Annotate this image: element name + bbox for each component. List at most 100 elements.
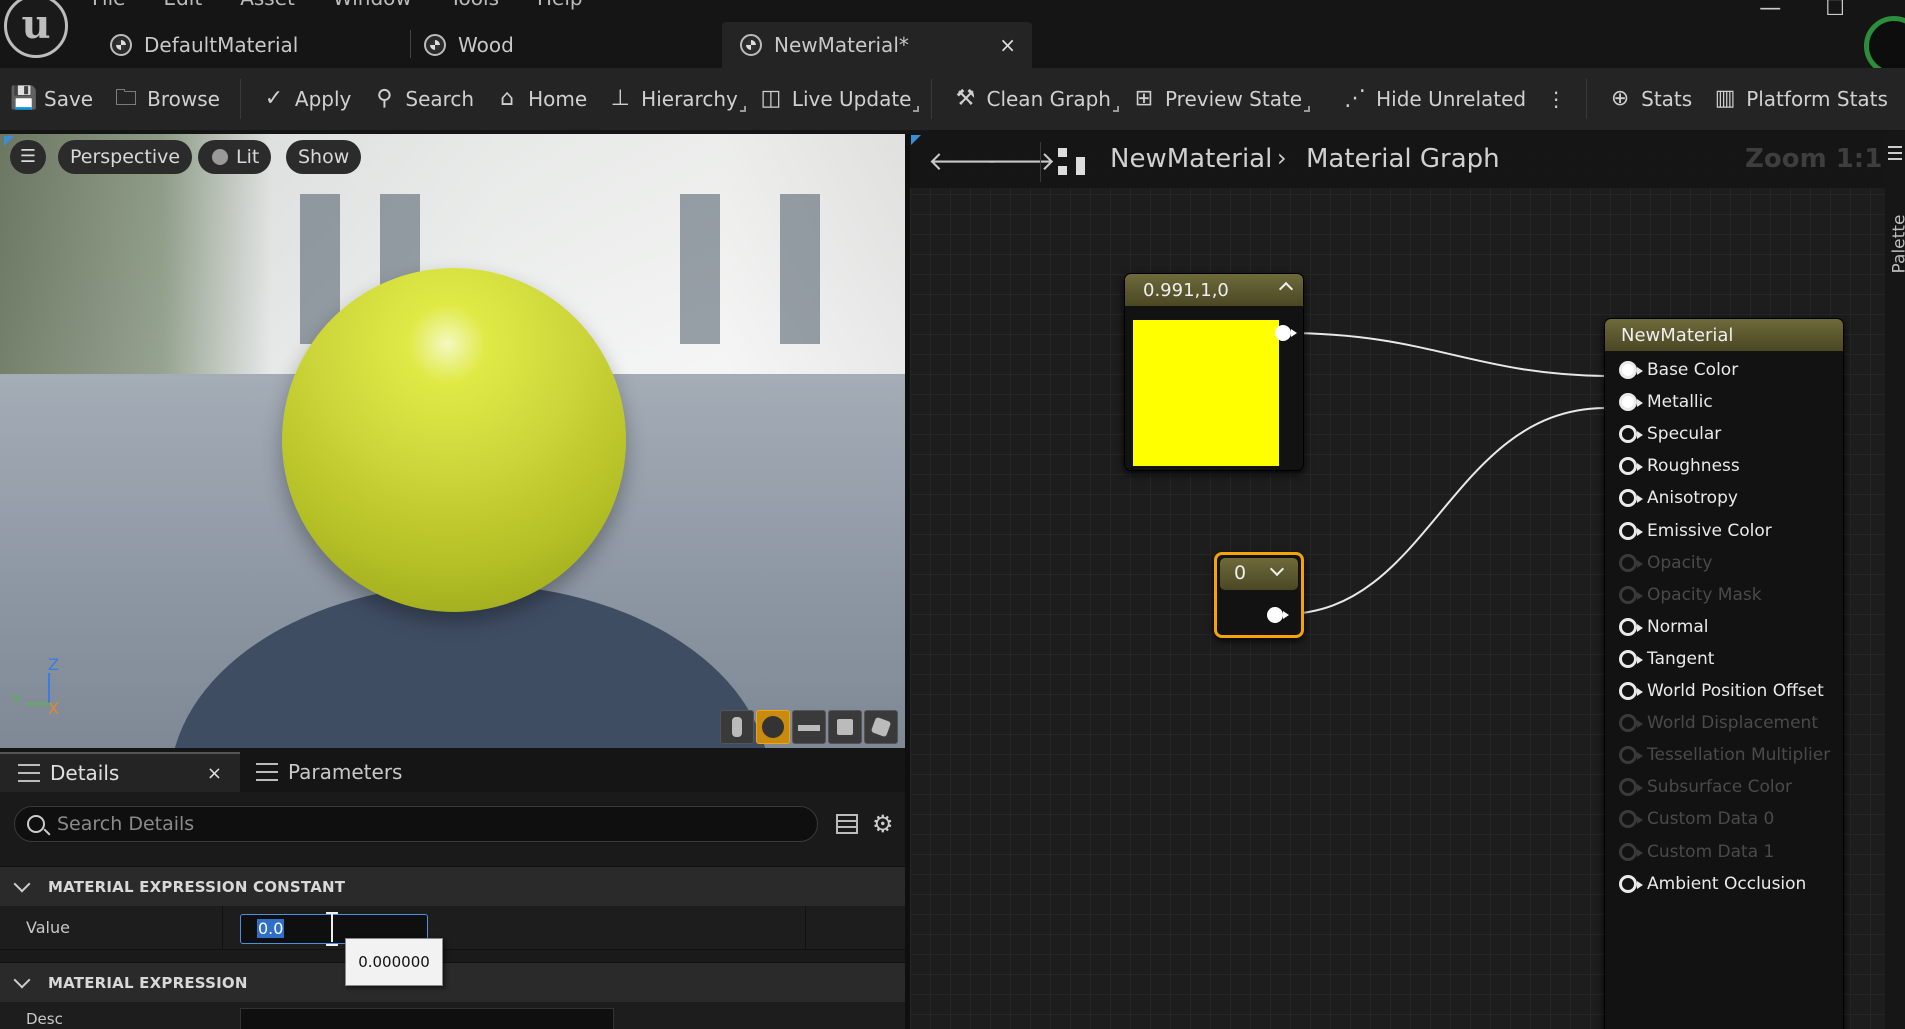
plane-icon[interactable]: [792, 710, 826, 744]
clean-graph-label: Clean Graph: [986, 87, 1111, 111]
input-pin-icon[interactable]: [1619, 585, 1643, 604]
input-pin-row[interactable]: Opacity Mask: [1619, 580, 1762, 610]
input-pin-icon[interactable]: [1619, 393, 1643, 412]
browse-button[interactable]: 🗀 Browse: [103, 68, 230, 130]
forward-arrow-icon[interactable]: 🡒: [986, 146, 1056, 177]
input-pin-icon[interactable]: [1619, 714, 1643, 733]
input-pin-icon[interactable]: [1619, 778, 1643, 797]
show-button[interactable]: Show: [286, 140, 362, 174]
input-pin-row[interactable]: Opacity: [1619, 548, 1712, 578]
input-pin-row[interactable]: Base Color: [1619, 355, 1738, 385]
search-details-input[interactable]: [57, 813, 757, 835]
input-pin-row[interactable]: Emissive Color: [1619, 516, 1772, 546]
menu-edit[interactable]: Edit: [163, 0, 202, 10]
input-pin-row[interactable]: Tangent: [1619, 644, 1714, 674]
custom-mesh-icon[interactable]: [864, 710, 898, 744]
input-pin-row[interactable]: Ambient Occlusion: [1619, 869, 1806, 899]
category-material-expression[interactable]: MATERIAL EXPRESSION: [0, 962, 905, 1002]
input-pin-row[interactable]: World Displacement: [1619, 708, 1818, 738]
property-label: Desc: [26, 1010, 63, 1028]
breadcrumb-leaf[interactable]: Material Graph: [1306, 144, 1500, 174]
input-pin-row[interactable]: Custom Data 1: [1619, 837, 1774, 867]
palette-tab[interactable]: Palette: [1889, 215, 1905, 274]
breadcrumb-root[interactable]: NewMaterial: [1110, 144, 1272, 174]
palette-menu-icon[interactable]: [1888, 146, 1902, 164]
input-pin-icon[interactable]: [1619, 521, 1643, 540]
close-tab-icon[interactable]: ×: [207, 763, 222, 784]
unreal-logo-icon[interactable]: u: [4, 0, 68, 58]
gear-icon[interactable]: ⚙: [872, 810, 894, 838]
menu-help[interactable]: Help: [537, 0, 583, 10]
input-pin-icon[interactable]: [1619, 810, 1643, 829]
viewport-menu-button[interactable]: ☰: [10, 140, 46, 174]
property-row-desc: Desc: [0, 1002, 905, 1029]
menu-tools[interactable]: Tools: [450, 0, 499, 10]
menu-asset[interactable]: Asset: [240, 0, 295, 10]
perspective-button[interactable]: Perspective: [58, 140, 193, 174]
cube-icon[interactable]: [828, 710, 862, 744]
tab-parameters[interactable]: Parameters: [256, 752, 402, 792]
lit-mode-button[interactable]: Lit: [198, 140, 272, 174]
tab-wood[interactable]: Wood: [424, 22, 704, 68]
menu-file[interactable]: File: [92, 0, 125, 10]
input-pin-row[interactable]: Roughness: [1619, 451, 1740, 481]
cylinder-icon[interactable]: [720, 710, 754, 744]
input-pin-row[interactable]: World Position Offset: [1619, 676, 1824, 706]
live-update-button[interactable]: ◫ Live Update: [748, 68, 922, 130]
input-pin-icon[interactable]: [1619, 553, 1643, 572]
table-view-icon[interactable]: [836, 814, 858, 834]
platform-stats-button[interactable]: ▥ Platform Stats: [1702, 68, 1898, 130]
maximize-icon[interactable]: ☐: [1825, 0, 1845, 21]
input-pin-icon[interactable]: [1619, 842, 1643, 861]
category-material-expression-constant[interactable]: MATERIAL EXPRESSION CONSTANT: [0, 866, 905, 906]
material-graph-canvas[interactable]: 🡐 🡒 NewMaterial › Material Graph Zoom 1:…: [910, 134, 1905, 1029]
input-pin-icon[interactable]: [1619, 746, 1643, 765]
tab-default-material[interactable]: DefaultMaterial: [110, 22, 410, 68]
input-pin-row[interactable]: Subsurface Color: [1619, 772, 1792, 802]
more-options-button[interactable]: ⋮: [1536, 68, 1576, 130]
pin-label: World Position Offset: [1647, 681, 1824, 701]
input-pin-row[interactable]: Metallic: [1619, 387, 1713, 417]
apply-button[interactable]: ✓ Apply: [251, 68, 361, 130]
input-pin-icon[interactable]: [1619, 649, 1643, 668]
input-pin-icon[interactable]: [1619, 361, 1643, 379]
menu-bar: File Edit Asset Window Tools Help: [92, 0, 583, 10]
output-pin[interactable]: [1275, 325, 1297, 341]
preview-viewport[interactable]: [0, 134, 905, 748]
search-button[interactable]: ⚲ Search: [361, 68, 484, 130]
input-pin-row[interactable]: Normal: [1619, 612, 1709, 642]
home-button[interactable]: ⌂ Home: [484, 68, 597, 130]
sphere-icon[interactable]: [756, 710, 790, 744]
hide-unrelated-button[interactable]: ⋰ Hide Unrelated: [1332, 68, 1536, 130]
output-pin[interactable]: [1267, 607, 1289, 623]
constant-node[interactable]: 0: [1214, 552, 1304, 638]
source-control-status-icon[interactable]: [1864, 16, 1905, 76]
menu-window[interactable]: Window: [333, 0, 412, 10]
input-pin-row[interactable]: Tessellation Multiplier: [1619, 740, 1830, 770]
hierarchy-button[interactable]: ⊥ Hierarchy: [597, 68, 748, 130]
preview-state-button[interactable]: ⊞ Preview State: [1121, 68, 1312, 130]
input-pin-icon[interactable]: [1619, 682, 1643, 700]
clean-graph-button[interactable]: ⚒ Clean Graph: [942, 68, 1120, 130]
input-pin-icon[interactable]: [1619, 874, 1643, 893]
constant3vector-node[interactable]: 0.991,1,0: [1124, 273, 1304, 471]
input-pin-row[interactable]: Custom Data 0: [1619, 804, 1774, 834]
save-button[interactable]: 💾 Save: [0, 68, 103, 130]
input-pin-icon[interactable]: [1619, 489, 1643, 508]
stats-button[interactable]: ⊕ Stats: [1597, 68, 1702, 130]
material-result-node[interactable]: NewMaterial Base Color Metallic Specular Ro…: [1604, 318, 1844, 1029]
input-pin-icon[interactable]: [1619, 617, 1643, 636]
input-pin-icon[interactable]: [1619, 457, 1643, 476]
desc-input[interactable]: [240, 1008, 614, 1029]
close-tab-icon[interactable]: ×: [999, 33, 1016, 57]
input-pin-row[interactable]: Anisotropy: [1619, 483, 1738, 513]
search-icon: [27, 815, 45, 833]
tab-details[interactable]: Details ×: [0, 752, 240, 792]
tab-new-material[interactable]: NewMaterial* ×: [722, 22, 1032, 68]
minimize-icon[interactable]: —: [1759, 0, 1781, 21]
input-pin-icon[interactable]: [1619, 425, 1643, 444]
chevron-down-icon[interactable]: [1269, 561, 1285, 577]
input-pin-row[interactable]: Specular: [1619, 419, 1721, 449]
tab-label: NewMaterial*: [774, 33, 909, 57]
search-details-field[interactable]: [14, 806, 818, 842]
